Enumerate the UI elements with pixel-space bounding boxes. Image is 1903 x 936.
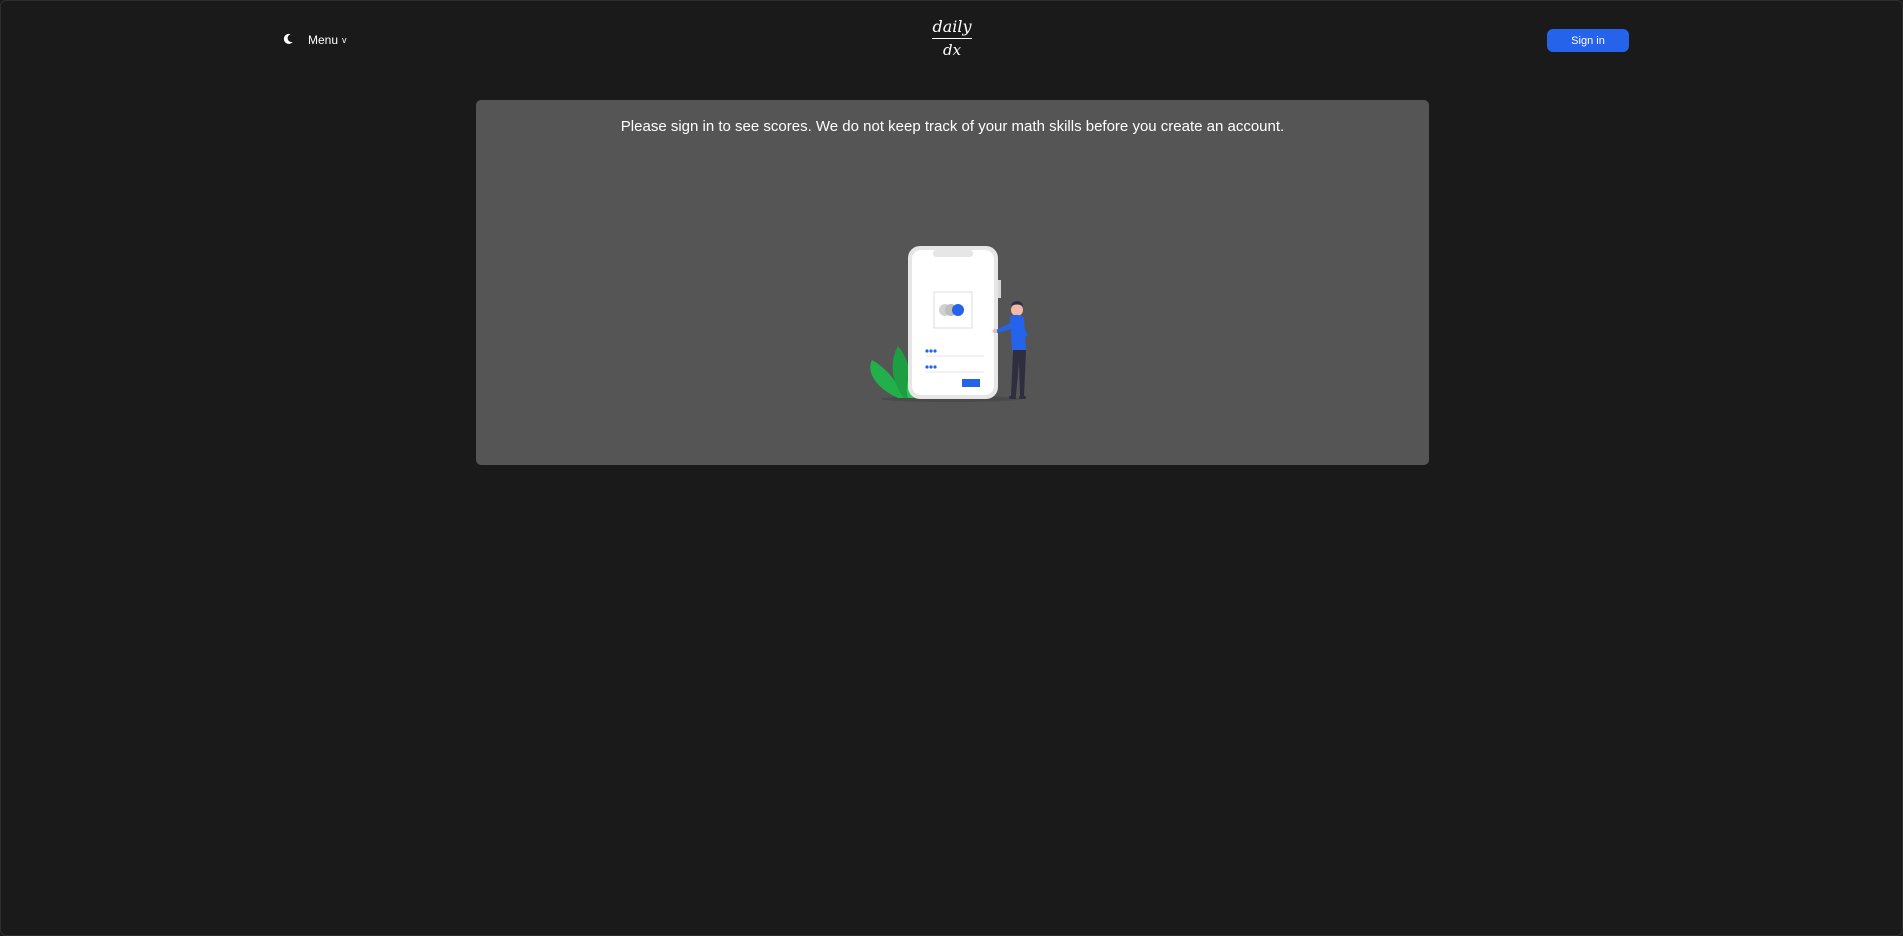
logo-denominator: dx xyxy=(942,41,962,59)
sign-in-button[interactable]: Sign in xyxy=(1547,29,1629,52)
sign-in-message: Please sign in to see scores. We do not … xyxy=(620,118,1285,135)
menu-dropdown[interactable]: Menu v xyxy=(308,32,347,47)
person xyxy=(992,301,1028,399)
phone xyxy=(908,246,1001,399)
logo[interactable]: daily dx xyxy=(922,18,982,62)
person-with-phone-illustration xyxy=(870,246,1028,402)
menu-label: Menu xyxy=(308,32,339,47)
chevron-down-icon: v xyxy=(342,35,347,45)
logo-numerator: daily xyxy=(932,17,972,36)
top-nav: Menu v daily dx Sign in xyxy=(0,0,1903,80)
logo-fraction-bar xyxy=(932,38,972,39)
login-illustration xyxy=(856,210,1056,410)
moon-icon[interactable] xyxy=(280,31,296,47)
scores-panel: Please sign in to see scores. We do not … xyxy=(476,100,1429,465)
